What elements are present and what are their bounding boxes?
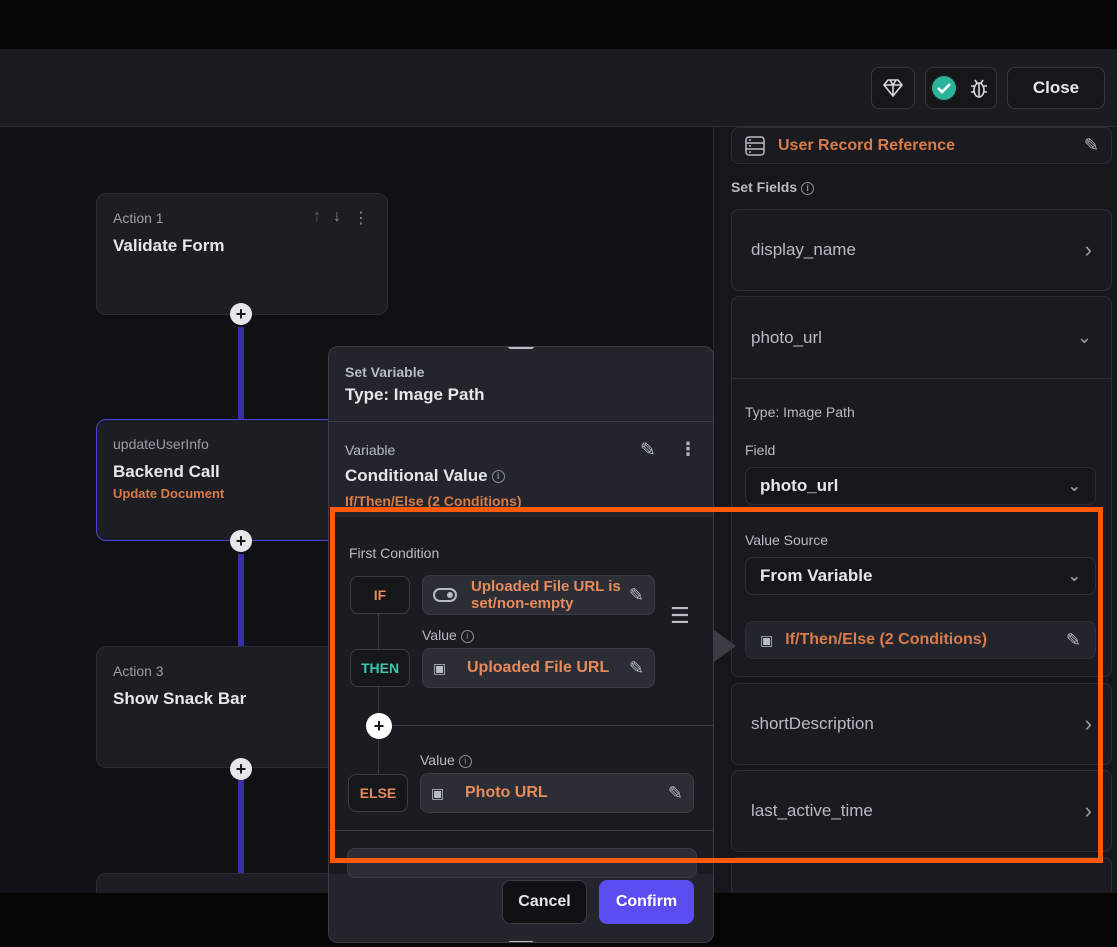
highlight-box	[330, 507, 1103, 863]
action-card-validate-form[interactable]: Action 1 Validate Form ↑ ↓ ⋮	[96, 193, 388, 315]
database-icon	[745, 135, 765, 156]
add-action-button[interactable]: +	[230, 758, 252, 780]
add-action-button[interactable]: +	[230, 530, 252, 552]
record-reference-value: User Record Reference	[778, 136, 955, 154]
dialog-header-sub: Set Variable	[345, 364, 425, 380]
drag-handle-icon[interactable]	[508, 347, 534, 349]
flow-connector	[238, 327, 244, 419]
info-icon[interactable]: i	[801, 181, 815, 195]
field-label: Field	[745, 442, 776, 458]
variable-label: Variable	[345, 442, 396, 458]
more-vert-icon[interactable]: ⋮	[679, 439, 697, 460]
cancel-button[interactable]: Cancel	[502, 880, 587, 924]
flow-connector	[238, 554, 244, 646]
field-name: photo_url	[751, 327, 822, 347]
set-fields-label: Set Fields	[731, 179, 798, 195]
test-debug-group[interactable]	[925, 67, 997, 109]
toolbar: Close	[0, 49, 1117, 127]
arrow-up-icon[interactable]: ↑	[313, 208, 321, 228]
field-select[interactable]: photo_url ⌄	[745, 467, 1096, 505]
field-row-display-name[interactable]: display_name ›	[731, 209, 1112, 291]
bug-icon[interactable]	[967, 76, 991, 100]
top-bar	[0, 0, 1117, 49]
more-vert-icon[interactable]: ⋮	[353, 208, 369, 228]
action-title: Validate Form	[113, 236, 225, 255]
variable-title: Conditional Value	[345, 466, 488, 485]
type-label: Type: Image Path	[745, 404, 855, 420]
gem-button[interactable]	[871, 67, 915, 109]
info-icon[interactable]: i	[491, 470, 505, 484]
chevron-right-icon: ›	[1084, 237, 1092, 262]
close-button[interactable]: Close	[1007, 67, 1105, 109]
arrow-down-icon[interactable]: ↓	[333, 208, 341, 228]
drag-handle-icon[interactable]	[508, 941, 534, 942]
check-circle-icon[interactable]	[931, 75, 957, 101]
gem-icon	[882, 79, 904, 98]
confirm-button[interactable]: Confirm	[599, 880, 694, 924]
edit-icon[interactable]: ✎	[1084, 135, 1099, 156]
field-row-more[interactable]	[731, 857, 1112, 897]
record-reference-field[interactable]: User Record Reference ✎	[731, 127, 1112, 164]
field-select-value: photo_url	[760, 476, 839, 495]
edit-icon[interactable]: ✎	[640, 439, 656, 462]
field-name: display_name	[751, 240, 856, 259]
chevron-down-icon: ⌄	[1067, 478, 1081, 495]
dialog-header-title: Type: Image Path	[345, 385, 485, 404]
chevron-down-icon: ⌄	[1076, 327, 1092, 347]
add-action-button[interactable]: +	[230, 303, 252, 325]
